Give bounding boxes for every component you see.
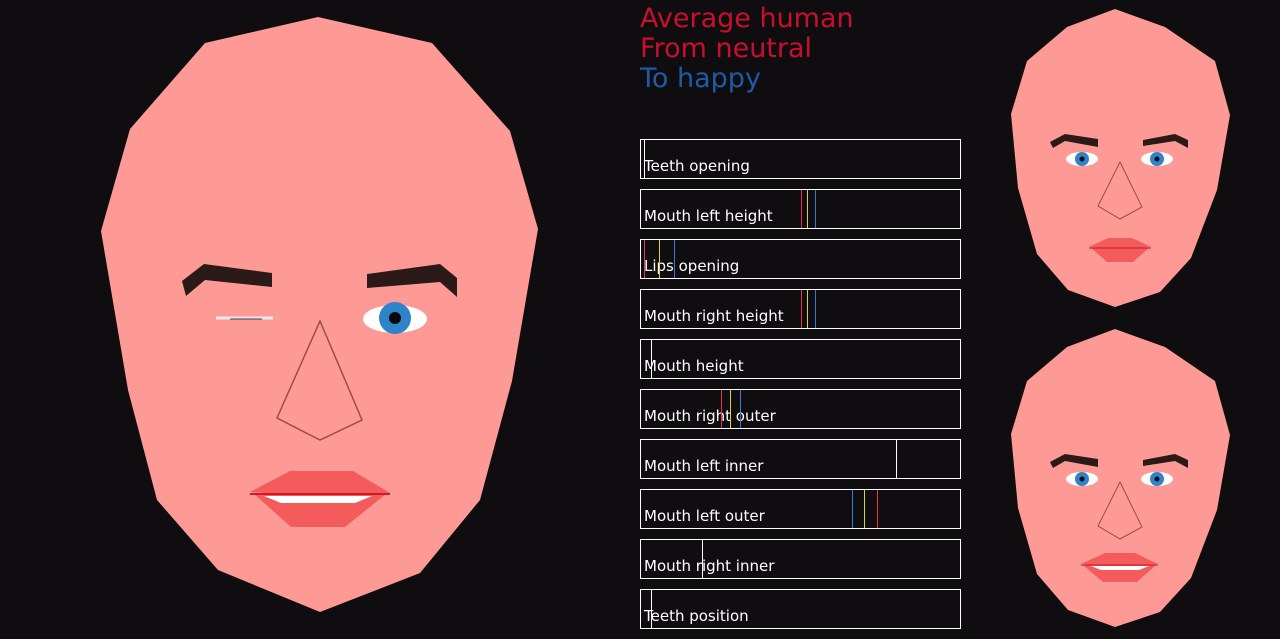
slider-mouth-right-height[interactable]: Mouth right height [640,289,961,329]
slider-mouth-right-inner[interactable]: Mouth right inner [640,539,961,579]
slider-value-marker[interactable] [807,190,808,228]
slider-value-marker[interactable] [852,490,853,528]
slider-value-marker[interactable] [815,290,816,328]
legend-from-expression: From neutral [640,33,813,64]
legend-to-expression: To happy [640,63,761,94]
slider-value-marker[interactable] [644,140,645,178]
legend-subject: Average human [640,3,854,34]
slider-label: Mouth left inner [644,457,764,475]
slider-value-marker[interactable] [864,490,865,528]
slider-value-marker[interactable] [721,390,722,428]
slider-value-marker[interactable] [801,190,802,228]
slider-teeth-opening[interactable]: Teeth opening [640,139,961,179]
slider-label: Mouth height [644,357,744,375]
right-eye-pupil [1154,156,1160,162]
mouth-teeth [1091,566,1149,570]
expression-sliders: Teeth opening Mouth left height Lips ope… [640,139,961,639]
right-eye-pupil [389,312,401,324]
slider-teeth-position[interactable]: Teeth position [640,589,961,629]
slider-value-marker[interactable] [702,540,703,578]
main-face-preview [101,17,538,612]
slider-label: Teeth opening [644,157,750,175]
slider-value-marker[interactable] [644,240,645,278]
right-eye-pupil [1154,476,1160,482]
slider-mouth-right-outer[interactable]: Mouth right outer [640,389,961,429]
face-outline [1011,9,1230,307]
slider-label: Mouth right height [644,307,784,325]
slider-mouth-left-height[interactable]: Mouth left height [640,189,961,229]
neutral-face-preview [1011,9,1230,307]
legend: Average human From neutral To happy [640,4,854,94]
slider-label: Mouth right outer [644,407,776,425]
slider-value-marker[interactable] [651,340,652,378]
slider-value-marker[interactable] [801,290,802,328]
slider-mouth-left-inner[interactable]: Mouth left inner [640,439,961,479]
slider-label: Mouth left height [644,207,773,225]
slider-label: Teeth position [644,607,749,625]
slider-value-marker[interactable] [807,290,808,328]
slider-value-marker[interactable] [740,390,741,428]
face-outline [1011,329,1230,627]
slider-value-marker[interactable] [896,440,897,478]
left-eye-pupil [1079,156,1085,162]
slider-label: Mouth left outer [644,507,765,525]
slider-value-marker[interactable] [730,390,731,428]
slider-lips-opening[interactable]: Lips opening [640,239,961,279]
slider-value-marker[interactable] [815,190,816,228]
slider-value-marker[interactable] [659,240,660,278]
slider-mouth-height[interactable]: Mouth height [640,339,961,379]
slider-value-marker[interactable] [877,490,878,528]
slider-mouth-left-outer[interactable]: Mouth left outer [640,489,961,529]
mouth-teeth [264,496,372,503]
slider-value-marker[interactable] [674,240,675,278]
left-eye-pupil [1079,476,1085,482]
happy-face-preview [1011,329,1230,627]
slider-label: Mouth right inner [644,557,775,575]
slider-value-marker[interactable] [651,590,652,628]
